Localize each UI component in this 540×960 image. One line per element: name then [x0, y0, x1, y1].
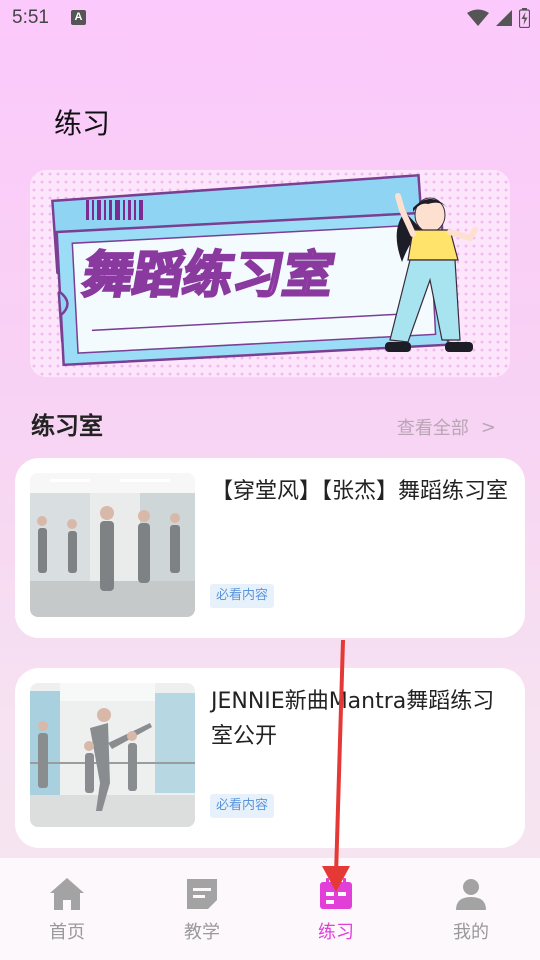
dance-studio-banner[interactable]: 舞蹈练习室 — [30, 170, 510, 377]
document-icon — [187, 879, 217, 909]
home-icon — [50, 878, 84, 910]
card-title: 【穿堂风】【张杰】舞蹈练习室 — [211, 479, 509, 504]
view-all-link[interactable]: 查看全部 > — [397, 414, 496, 440]
bottom-tab-bar: 首页 教学 练习 我的 — [0, 858, 540, 960]
status-icons — [467, 8, 530, 28]
notification-badge-icon: A — [71, 10, 86, 25]
status-time: 5:51 — [12, 7, 49, 28]
practice-room-card[interactable]: 【穿堂风】【张杰】舞蹈练习室 必看内容 — [15, 458, 525, 638]
status-bar: 5:51 A — [0, 0, 540, 36]
card-title: JENNIE新曲Mantra舞蹈练习室公开 — [211, 689, 495, 749]
must-watch-badge: 必看内容 — [210, 794, 275, 818]
tab-mine[interactable]: 我的 — [431, 876, 511, 944]
card-thumbnail — [30, 473, 195, 617]
card-thumbnail — [30, 683, 195, 827]
battery-icon — [519, 8, 530, 28]
chevron-right-icon: > — [480, 416, 496, 438]
tab-label: 练习 — [318, 922, 354, 943]
tab-label: 教学 — [184, 922, 220, 943]
tab-practice[interactable]: 练习 — [296, 876, 376, 944]
view-all-label: 查看全部 — [396, 418, 469, 439]
banner-illustration: 舞蹈练习室 — [51, 173, 478, 367]
banner-title: 舞蹈练习室 — [78, 245, 338, 304]
wifi-icon — [467, 9, 489, 26]
calendar-icon — [320, 878, 352, 909]
tab-home[interactable]: 首页 — [27, 876, 107, 944]
must-watch-badge: 必看内容 — [210, 584, 275, 608]
signal-icon — [496, 10, 512, 26]
page-title: 练习 — [54, 107, 111, 140]
tab-label: 我的 — [453, 922, 489, 943]
tab-label: 首页 — [49, 922, 85, 943]
section-title: 练习室 — [31, 412, 103, 440]
tab-teaching[interactable]: 教学 — [162, 876, 242, 944]
user-icon — [456, 879, 486, 910]
practice-room-card[interactable]: JENNIE新曲Mantra舞蹈练习室公开 必看内容 — [15, 668, 525, 848]
